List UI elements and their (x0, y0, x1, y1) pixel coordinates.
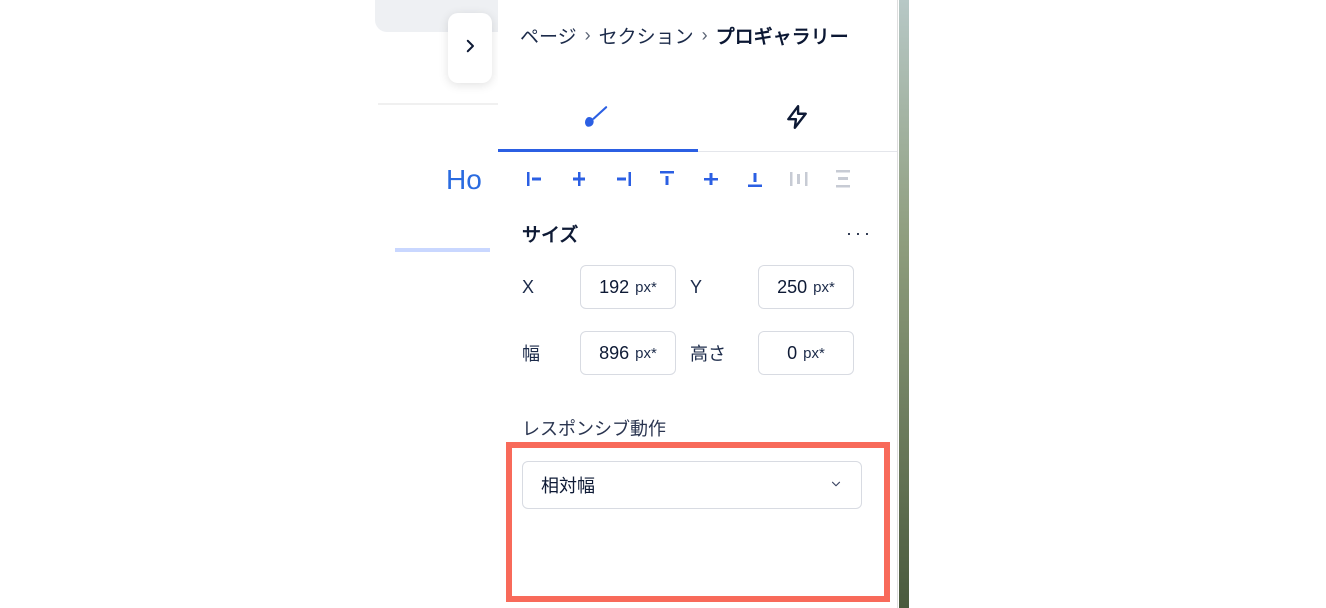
chevron-right-icon (461, 37, 479, 60)
x-input[interactable]: 192 px* (580, 265, 676, 309)
align-center-h-icon[interactable] (568, 168, 590, 190)
brush-icon (585, 104, 611, 135)
breadcrumb-item-section[interactable]: セクション (599, 22, 694, 49)
canvas-divider (378, 103, 508, 105)
chevron-right-icon: › (585, 25, 591, 46)
responsive-section: レスポンシブ動作 相対幅 (498, 385, 897, 519)
canvas-image-sliver (899, 0, 909, 608)
width-unit: px* (635, 345, 657, 362)
responsive-section-title: レスポンシブ動作 (522, 415, 873, 441)
size-section-title: サイズ (522, 220, 578, 247)
panel-expand-button[interactable] (448, 13, 492, 83)
size-section: サイズ ··· X 192 px* Y 250 px* 幅 896 px* 高さ… (498, 198, 897, 385)
height-value: 0 (787, 343, 797, 364)
x-value: 192 (599, 277, 629, 298)
alignment-toolbar (498, 152, 897, 198)
nav-underline (395, 248, 490, 252)
tab-design[interactable] (498, 87, 698, 151)
align-right-icon[interactable] (612, 168, 634, 190)
breadcrumb: ページ › セクション › プロギャラリー (498, 0, 897, 49)
width-input[interactable]: 896 px* (580, 331, 676, 375)
align-center-v-icon[interactable] (700, 168, 722, 190)
height-unit: px* (803, 345, 825, 362)
x-label: X (522, 277, 580, 298)
inspector-panel: ページ › セクション › プロギャラリー (498, 0, 898, 608)
y-unit: px* (813, 279, 835, 296)
y-input[interactable]: 250 px* (758, 265, 854, 309)
nav-link-fragment[interactable]: Ho (446, 164, 482, 196)
breadcrumb-item-current: プロギャラリー (716, 22, 849, 49)
y-value: 250 (777, 277, 807, 298)
width-value: 896 (599, 343, 629, 364)
dropdown-selected-label: 相対幅 (541, 472, 595, 498)
lightning-icon (784, 104, 810, 135)
responsive-behavior-dropdown[interactable]: 相対幅 (522, 461, 862, 509)
chevron-right-icon: › (702, 25, 708, 46)
y-label: Y (690, 277, 758, 298)
x-unit: px* (635, 279, 657, 296)
inspector-tabs (498, 87, 897, 152)
chevron-down-icon (829, 475, 843, 496)
align-left-icon[interactable] (524, 168, 546, 190)
tab-interactions[interactable] (698, 87, 898, 151)
height-input[interactable]: 0 px* (758, 331, 854, 375)
align-bottom-icon[interactable] (744, 168, 766, 190)
height-label: 高さ (690, 340, 758, 366)
more-options-button[interactable]: ··· (846, 223, 873, 244)
breadcrumb-item-page[interactable]: ページ (520, 22, 577, 49)
width-label: 幅 (522, 340, 580, 366)
distribute-h-icon[interactable] (788, 168, 810, 190)
align-top-icon[interactable] (656, 168, 678, 190)
distribute-v-icon[interactable] (832, 168, 854, 190)
